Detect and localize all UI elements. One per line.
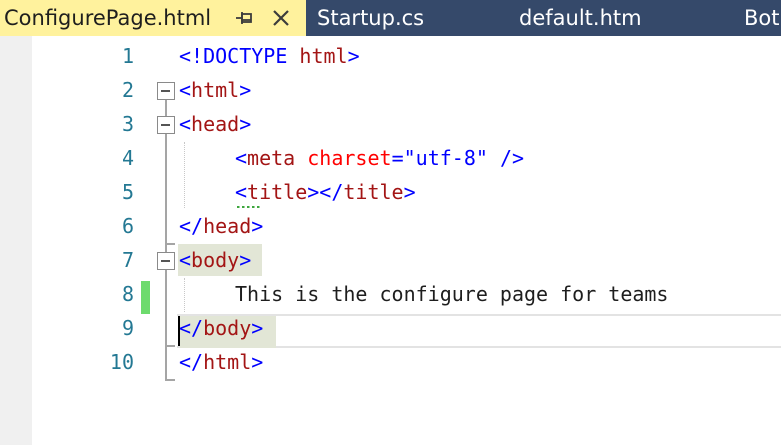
- code-line-2: <html>: [179, 78, 252, 102]
- collapse-html-icon[interactable]: [157, 82, 175, 100]
- collapse-head-icon[interactable]: [157, 116, 175, 134]
- tab-label: Bot: [744, 6, 780, 30]
- indent-guide: [184, 278, 185, 312]
- outline-line: [165, 99, 167, 380]
- tab-label: Startup.cs: [317, 6, 425, 30]
- code-editor[interactable]: 1 2 3 4 5 6 7 8 9 10 <!DOCTYPE html> <ht…: [0, 36, 781, 445]
- pin-icon[interactable]: [234, 8, 256, 28]
- tab-default-htm[interactable]: default.htm: [519, 0, 642, 36]
- tab-startup-cs[interactable]: Startup.cs: [317, 0, 424, 36]
- line-number: 9: [121, 316, 134, 340]
- outline-end-tick: [165, 243, 175, 245]
- tab-configurepage-html[interactable]: ConfigurePage.html: [0, 0, 306, 36]
- code-line-3: <head>: [179, 112, 252, 136]
- code-line-8: This is the configure page for teams: [235, 282, 669, 306]
- code-line-4: <meta charset="utf-8" />: [235, 146, 525, 170]
- code-line-5: <title></title>: [235, 180, 416, 204]
- line-number: 10: [109, 350, 134, 374]
- line-number: 3: [121, 112, 134, 136]
- line-number: 6: [121, 214, 134, 238]
- text-caret: [178, 316, 180, 346]
- line-number: 2: [121, 78, 134, 102]
- tab-bot[interactable]: Bot: [744, 0, 780, 36]
- tab-label: default.htm: [519, 6, 642, 30]
- code-line-6: </head>: [179, 214, 264, 238]
- collapse-body-icon[interactable]: [157, 252, 175, 270]
- outline-end-tick: [165, 379, 175, 381]
- line-number: 7: [121, 248, 134, 272]
- close-icon[interactable]: [270, 7, 292, 29]
- code-line-9: </body>: [179, 316, 264, 340]
- line-number: 8: [121, 282, 134, 306]
- indent-guide: [184, 142, 185, 208]
- tab-label: ConfigurePage.html: [4, 6, 212, 30]
- code-line-7: <body>: [179, 248, 252, 272]
- line-number: 4: [121, 146, 134, 170]
- outline-end-tick: [165, 345, 175, 347]
- line-number: 1: [121, 44, 134, 68]
- code-line-1: <!DOCTYPE html>: [179, 44, 360, 68]
- code-line-10: </html>: [179, 350, 264, 374]
- unsaved-change-marker: [141, 281, 150, 314]
- document-tab-strip: ConfigurePage.html Startup.cs default.ht…: [0, 0, 781, 36]
- line-number: 5: [121, 180, 134, 204]
